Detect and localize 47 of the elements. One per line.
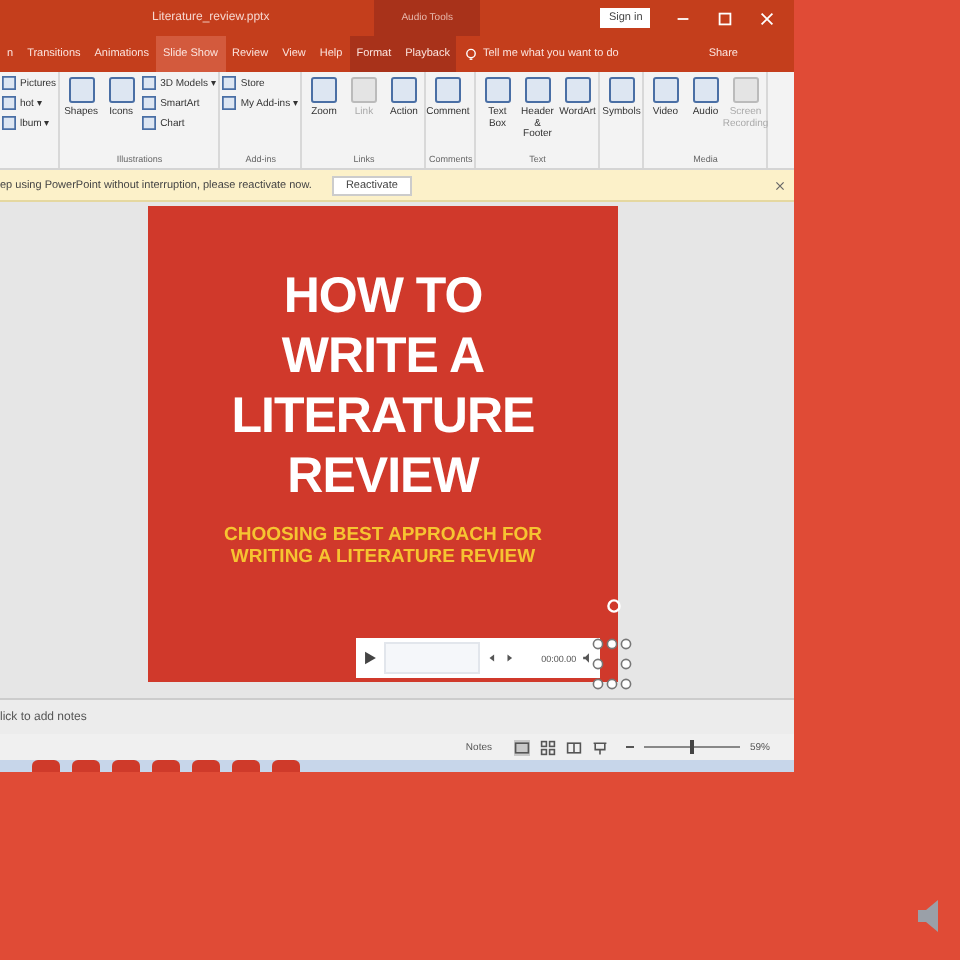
- square-icon: [389, 76, 418, 104]
- square-icon: [523, 76, 552, 104]
- square-icon: [651, 76, 680, 104]
- slide-title-line: REVIEW: [287, 446, 479, 506]
- slideshow-icon[interactable]: [591, 739, 608, 755]
- square-icon: [222, 96, 237, 110]
- square-icon: [731, 76, 760, 104]
- square-icon: [67, 76, 96, 104]
- square-icon: [107, 76, 136, 104]
- taskbar-app-icon[interactable]: [152, 760, 180, 772]
- close-icon[interactable]: [774, 179, 786, 191]
- taskbar-app-icon[interactable]: [32, 760, 60, 772]
- square-icon: [691, 76, 720, 104]
- reading-view-icon[interactable]: [565, 739, 582, 755]
- square-icon: [142, 76, 157, 90]
- square-icon: [142, 96, 157, 110]
- slide-title-line: LITERATURE: [231, 386, 535, 446]
- square-icon: [2, 76, 16, 90]
- square-icon: [607, 76, 636, 104]
- zoom-slider-thumb[interactable]: [689, 740, 694, 754]
- slide-title-line: WRITE A: [281, 326, 485, 386]
- taskbar-app-icon[interactable]: [192, 760, 220, 772]
- normal-view-icon[interactable]: [513, 739, 530, 755]
- play-icon[interactable]: [362, 650, 378, 666]
- forward-icon[interactable]: [503, 652, 516, 664]
- taskbar-app-icon[interactable]: [232, 760, 260, 772]
- square-icon: [349, 76, 378, 104]
- lightbulb-icon: [464, 47, 479, 61]
- slide-sorter-icon[interactable]: [539, 739, 556, 755]
- taskbar-app-icon[interactable]: [272, 760, 300, 772]
- slide-subtitle-line: CHOOSING BEST APPROACH FOR: [223, 524, 543, 546]
- slide-subtitle-line: WRITING A LITERATURE REVIEW: [230, 546, 536, 568]
- slide-title-line: HOW TO: [283, 266, 483, 326]
- speaker-icon[interactable]: [582, 652, 594, 664]
- square-icon: [142, 116, 157, 130]
- square-icon: [222, 76, 237, 90]
- rotate-handle-icon[interactable]: [606, 598, 622, 614]
- square-icon: [433, 76, 462, 104]
- taskbar-app-icon[interactable]: [112, 760, 140, 772]
- maximize-icon[interactable]: [716, 9, 735, 27]
- square-icon: [483, 76, 512, 104]
- square-icon: [309, 76, 338, 104]
- square-icon: [2, 116, 16, 130]
- square-icon: [2, 96, 16, 110]
- back-icon[interactable]: [486, 652, 498, 664]
- square-icon: [563, 76, 592, 104]
- taskbar-app-icon[interactable]: [72, 760, 100, 772]
